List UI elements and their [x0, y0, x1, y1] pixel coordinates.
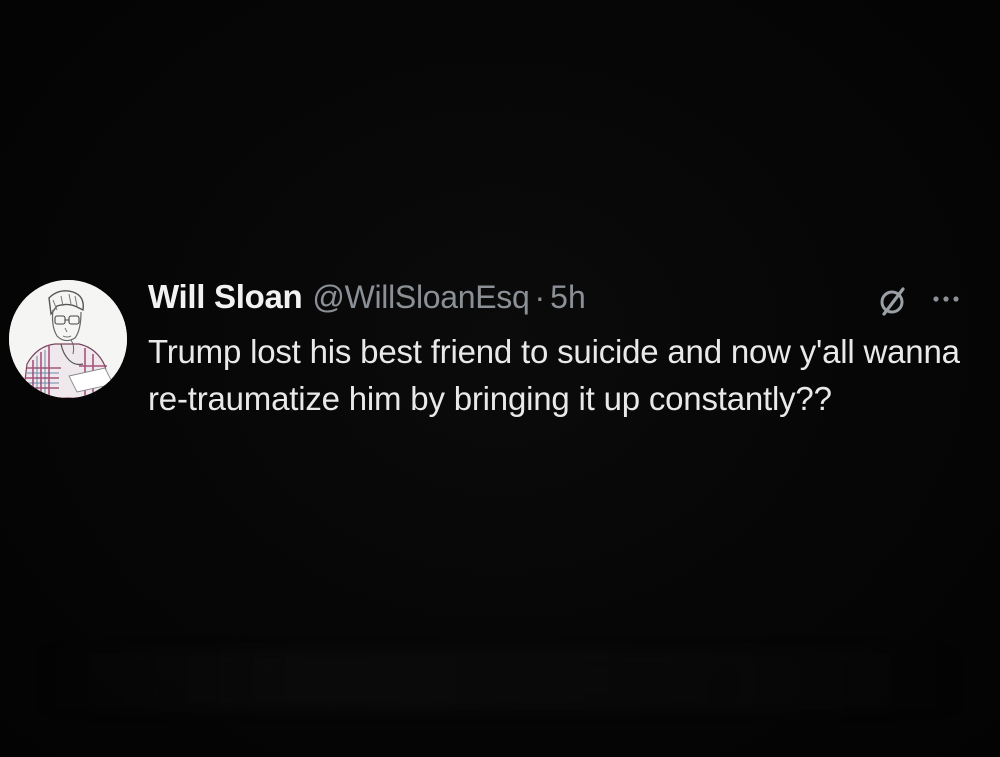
more-options-icon[interactable] [930, 292, 962, 306]
tweet-header: Will Sloan @WillSloanEsq · 5h [148, 278, 586, 322]
tweet-text: Trump lost his best friend to suicide an… [148, 333, 960, 417]
avatar-sketch [9, 280, 127, 398]
screen: Will Sloan @WillSloanEsq · 5h Trump lost… [0, 0, 1000, 757]
avatar[interactable] [9, 280, 127, 398]
blurred-footer [40, 650, 960, 710]
separator-dot: · [534, 279, 546, 315]
user-handle[interactable]: @WillSloanEsq [312, 279, 529, 316]
tweet[interactable]: Will Sloan @WillSloanEsq · 5h Trump lost… [0, 270, 1000, 500]
display-name[interactable]: Will Sloan [148, 278, 303, 316]
grok-icon[interactable] [876, 284, 910, 318]
timestamp[interactable]: 5h [550, 279, 586, 316]
